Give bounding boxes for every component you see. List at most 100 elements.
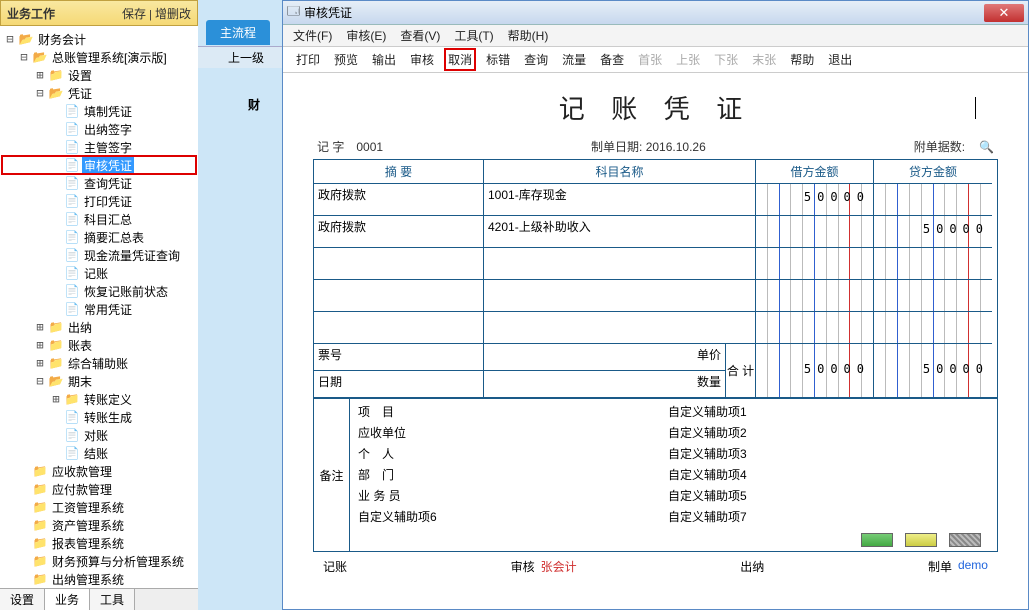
tree-leaf-close[interactable]: 📄结账 — [2, 444, 196, 462]
cell-debit[interactable] — [756, 248, 874, 280]
tree-node-ledger[interactable]: ⊞📁账表 — [2, 336, 196, 354]
tb-flow[interactable]: 流量 — [559, 49, 589, 70]
mini-button-yellow[interactable] — [905, 533, 937, 547]
tree-leaf-fill[interactable]: 📄填制凭证 — [2, 102, 196, 120]
price-label: 单价 — [484, 344, 725, 371]
menu-view[interactable]: 查看(V) — [400, 27, 440, 44]
item-2-label: 应收单位 — [358, 424, 668, 441]
cell-credit[interactable] — [874, 184, 992, 216]
tree-leaf-cashflow-query[interactable]: 📄现金流量凭证查询 — [2, 246, 196, 264]
ticket-label: 票号 — [314, 344, 483, 371]
tree-leaf-audit-voucher[interactable]: 📄审核凭证 — [2, 156, 196, 174]
voucher-row[interactable] — [314, 248, 997, 280]
tree-node-finance[interactable]: ⊟📂财务会计 — [2, 30, 196, 48]
tree-node-report[interactable]: 📁报表管理系统 — [2, 534, 196, 552]
tree-node-settings[interactable]: ⊞📁设置 — [2, 66, 196, 84]
cell-credit[interactable] — [874, 248, 992, 280]
cell-subject[interactable] — [484, 312, 756, 344]
voucher-row[interactable]: 政府拨款4201-上级补助收入 50000 — [314, 216, 997, 248]
cell-subject[interactable] — [484, 280, 756, 312]
tree-leaf-common[interactable]: 📄常用凭证 — [2, 300, 196, 318]
tree-leaf-cashier-sign[interactable]: 📄出纳签字 — [2, 120, 196, 138]
tb-check[interactable]: 备查 — [597, 49, 627, 70]
tree-node-periodend[interactable]: ⊟📂期末 — [2, 372, 196, 390]
cell-subject[interactable]: 1001-库存现金 — [484, 184, 756, 216]
cell-debit[interactable]: 50000 — [756, 184, 874, 216]
tree-leaf-reconcile[interactable]: 📄对账 — [2, 426, 196, 444]
sub-totals-row: 票号 日期 单价 数量 合 计 50000 50000 — [314, 344, 997, 398]
cell-credit[interactable] — [874, 280, 992, 312]
tree-node-asset[interactable]: 📁资产管理系统 — [2, 516, 196, 534]
tb-preview[interactable]: 预览 — [331, 49, 361, 70]
total-debit-value: 50000 — [804, 362, 870, 376]
tree-node-voucher[interactable]: ⊟📂凭证 — [2, 84, 196, 102]
left-header-buttons[interactable]: 保存 | 增删改 — [122, 5, 191, 22]
tb-mark[interactable]: 标错 — [483, 49, 513, 70]
cell-debit[interactable] — [756, 312, 874, 344]
cell-subject[interactable] — [484, 248, 756, 280]
tree-leaf-query-voucher[interactable]: 📄查询凭证 — [2, 174, 196, 192]
tree-leaf-summary-sheet[interactable]: 📄摘要汇总表 — [2, 228, 196, 246]
menu-audit[interactable]: 审核(E) — [346, 27, 386, 44]
tree-node-budget[interactable]: 📁财务预算与分析管理系统 — [2, 552, 196, 570]
middle-strip: 主流程 上一级 财 — [198, 0, 282, 610]
cell-credit[interactable] — [874, 312, 992, 344]
tree-leaf-print-voucher[interactable]: 📄打印凭证 — [2, 192, 196, 210]
cell-summary[interactable] — [314, 280, 484, 312]
mini-button-gray[interactable] — [949, 533, 981, 547]
tree-node-auxiliary[interactable]: ⊞📁综合辅助账 — [2, 354, 196, 372]
tree-leaf-transfer-gen[interactable]: 📄转账生成 — [2, 408, 196, 426]
cell-debit[interactable] — [756, 216, 874, 248]
voucher-row[interactable] — [314, 312, 997, 344]
left-bottom-tabs: 设置 业务 工具 — [0, 588, 198, 610]
tb-next: 下张 — [711, 49, 741, 70]
cell-credit[interactable]: 50000 — [874, 216, 992, 248]
tree-node-ap[interactable]: 📁应付款管理 — [2, 480, 196, 498]
total-debit-cell: 50000 — [756, 344, 874, 397]
cell-subject[interactable]: 4201-上级补助收入 — [484, 216, 756, 248]
close-button[interactable]: ✕ — [984, 4, 1024, 22]
item-1-value: 自定义辅助项1 — [668, 403, 747, 420]
tree-node-cashier[interactable]: ⊞📁出纳 — [2, 318, 196, 336]
voucher-row[interactable] — [314, 280, 997, 312]
tb-exit[interactable]: 退出 — [825, 49, 855, 70]
tree-node-gl[interactable]: ⊟📂总账管理系统[演示版] — [2, 48, 196, 66]
tb-cancel[interactable]: 取消 — [445, 49, 475, 70]
voucher-title: 记 账 凭 证 — [313, 89, 998, 126]
tb-help[interactable]: 帮助 — [787, 49, 817, 70]
cell-summary[interactable]: 政府拨款 — [314, 184, 484, 216]
tree-node-payroll[interactable]: 📁工资管理系统 — [2, 498, 196, 516]
search-icon[interactable]: 🔍 — [979, 140, 994, 154]
tree-node-cashier-sys[interactable]: 📁出纳管理系统 — [2, 570, 196, 588]
col-debit: 借方金额 — [756, 160, 874, 184]
text-cursor — [975, 97, 976, 119]
mini-button-green[interactable] — [861, 533, 893, 547]
menu-file[interactable]: 文件(F) — [293, 27, 332, 44]
tb-output[interactable]: 输出 — [369, 49, 399, 70]
tree-leaf-manager-sign[interactable]: 📄主管签字 — [2, 138, 196, 156]
tb-audit[interactable]: 审核 — [407, 49, 437, 70]
tree-node-transfer-def[interactable]: ⊞📁转账定义 — [2, 390, 196, 408]
col-subject: 科目名称 — [484, 160, 756, 184]
tb-query[interactable]: 查询 — [521, 49, 551, 70]
up-level-link[interactable]: 上一级 — [228, 49, 264, 66]
menu-tool[interactable]: 工具(T) — [454, 27, 493, 44]
tab-settings[interactable]: 设置 — [0, 589, 45, 610]
voucher-row[interactable]: 政府拨款1001-库存现金50000 — [314, 184, 997, 216]
tab-tools[interactable]: 工具 — [90, 589, 135, 610]
tab-business[interactable]: 业务 — [45, 589, 90, 610]
menu-help[interactable]: 帮助(H) — [508, 27, 549, 44]
mid-label: 财 — [248, 96, 260, 113]
dialog-menubar: 文件(F) 审核(E) 查看(V) 工具(T) 帮助(H) — [283, 25, 1028, 47]
tree-leaf-restore[interactable]: 📄恢复记账前状态 — [2, 282, 196, 300]
cell-debit[interactable] — [756, 280, 874, 312]
tree-leaf-subject-summary[interactable]: 📄科目汇总 — [2, 210, 196, 228]
cell-summary[interactable]: 政府拨款 — [314, 216, 484, 248]
tb-print[interactable]: 打印 — [293, 49, 323, 70]
cell-summary[interactable] — [314, 248, 484, 280]
dialog-titlebar: 🗔 审核凭证 ✕ — [283, 1, 1028, 25]
main-flow-tab[interactable]: 主流程 — [206, 20, 270, 45]
tree-leaf-post[interactable]: 📄记账 — [2, 264, 196, 282]
tree-node-ar[interactable]: 📁应收款管理 — [2, 462, 196, 480]
cell-summary[interactable] — [314, 312, 484, 344]
